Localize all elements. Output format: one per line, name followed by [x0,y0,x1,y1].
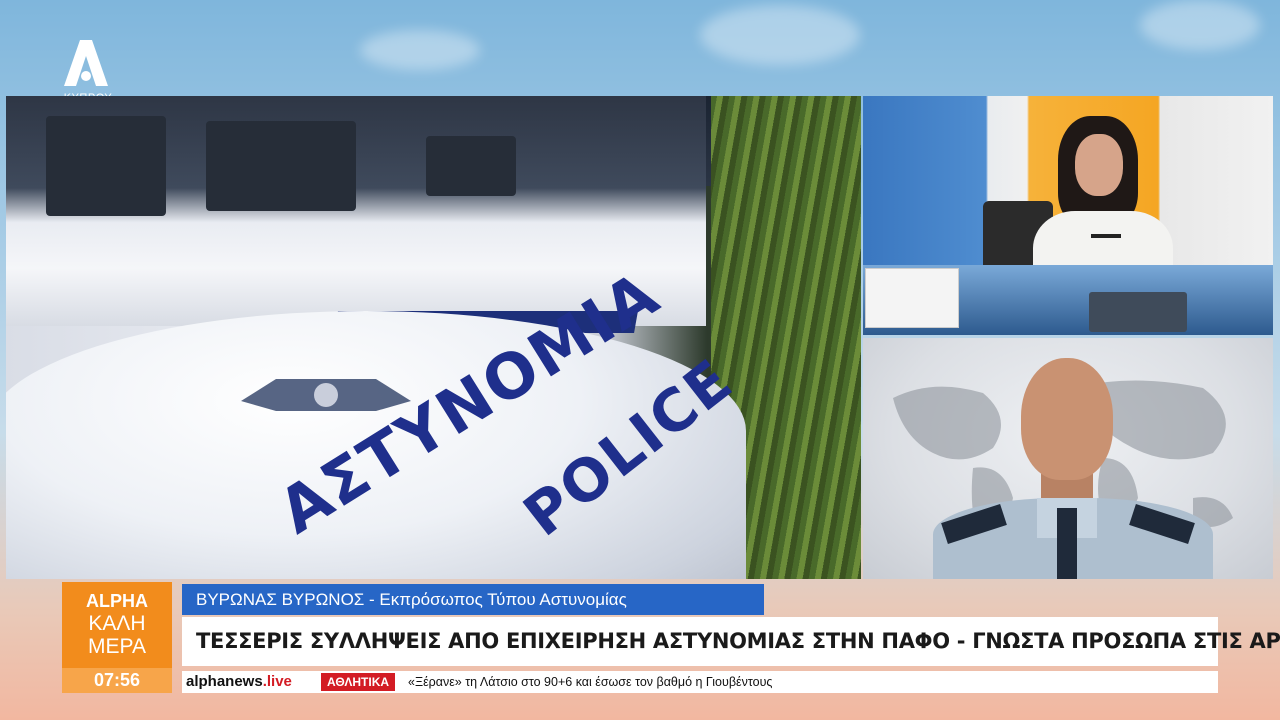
guest-inset [863,338,1273,579]
car-window [206,121,356,211]
hood-lettering: ΑΣΤΥΝΟΜΙΑ POLICE [256,257,776,579]
ticker-brand-main: alphanews [186,673,263,690]
studio-laptop-left [865,268,959,328]
ticker-category-badge: ΑΘΛΗΤΙΚΑ [321,673,396,691]
alpha-logo-icon [64,40,108,86]
ticker-brand-suffix: .live [262,673,292,690]
presenter-trim [1091,234,1121,238]
headline-text: ΤΕΣΣΕΡΙΣ ΣΥΛΛΗΨΕΙΣ ΑΠΟ ΕΠΙΧΕΙΡΗΣΗ ΑΣΤΥΝΟ… [196,629,1280,653]
show-logo-line3: ΜΕΡΑ [88,635,146,658]
show-logo-line1: ALPHA [86,591,148,611]
car-window [426,136,516,196]
news-ticker: alphanews.live ΑΘΛΗΤΙΚΑ «Ξέρανε» τη Λάτσ… [182,671,1218,693]
studio-inset [863,96,1273,335]
studio-laptop-right [1089,292,1187,332]
guest-head [1021,358,1113,480]
sky-cloud [700,5,860,65]
guest-tie [1057,508,1077,579]
speaker-name-title: ΒΥΡΩΝΑΣ ΒΥΡΩΝΟΣ - Εκπρόσωπος Τύπου Αστυν… [182,584,764,615]
broadcast-clock: 07:56 [62,668,172,693]
car-window [46,116,166,216]
show-logo: ALPHA ΚΑΛΗ ΜΕΡΑ [62,582,172,668]
guest-person [933,358,1213,579]
ticker-brand: alphanews.live [186,671,292,693]
ticker-message: «Ξέρανε» τη Λάτσιο στο 90+6 και έσωσε το… [408,675,773,689]
show-logo-line2: ΚΑΛΗ [88,612,146,635]
main-video-feed: ΑΣΤΥΝΟΜΙΑ POLICE [6,96,861,579]
sky-cloud [1140,0,1260,50]
headline-bar: ΤΕΣΣΕΡΙΣ ΣΥΛΛΗΨΕΙΣ ΑΠΟ ΕΠΙΧΕΙΡΗΣΗ ΑΣΤΥΝΟ… [182,617,1280,666]
sky-cloud [360,30,480,70]
presenter-face [1075,134,1123,196]
